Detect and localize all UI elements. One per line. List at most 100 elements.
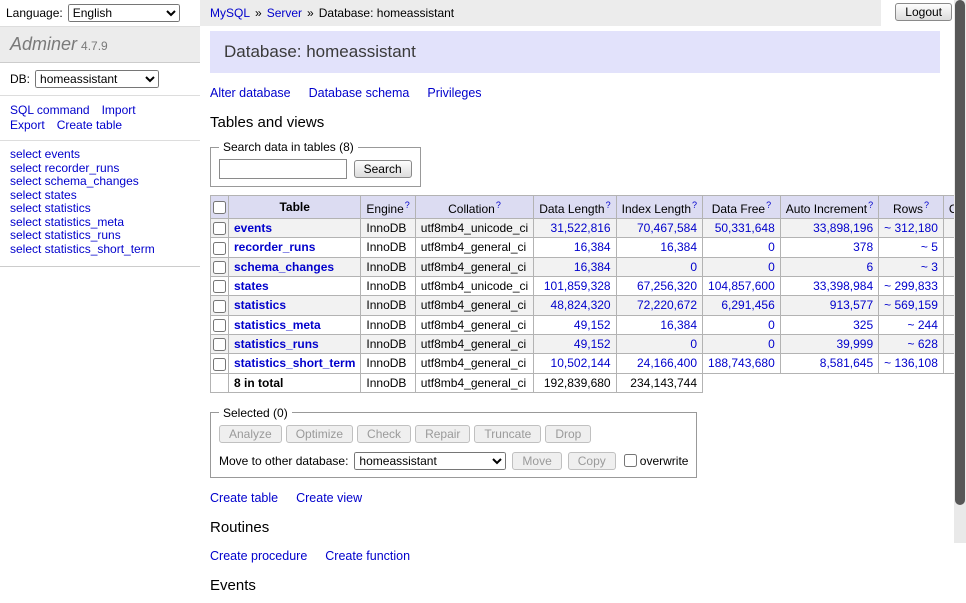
move-button[interactable]: Move [512, 452, 561, 470]
analyze-button[interactable]: Analyze [219, 425, 282, 443]
table-name-link[interactable]: recorder_runs [234, 240, 315, 254]
table-name-link[interactable]: statistics_short_term [234, 356, 355, 370]
sidebar-table-link[interactable]: select schema_changes [10, 175, 190, 189]
sidebar-table-link[interactable]: select statistics [10, 202, 190, 216]
row-checkbox[interactable] [213, 358, 226, 371]
overwrite-checkbox[interactable] [624, 454, 637, 467]
cell-engine: InnoDB [361, 354, 415, 373]
cell-engine: InnoDB [361, 276, 415, 295]
table-row: statistics_short_termInnoDButf8mb4_gener… [211, 354, 966, 373]
language-label: Language: [6, 6, 63, 20]
row-checkbox[interactable] [213, 222, 226, 235]
sidebar-table-link[interactable]: select states [10, 189, 190, 203]
column-help-link[interactable]: ? [606, 200, 611, 210]
rows-count-link[interactable]: ~ 136,108 [884, 356, 938, 370]
column-label: Auto Increment [786, 202, 867, 216]
create-link[interactable]: Create table [210, 491, 278, 505]
optimize-button[interactable]: Optimize [286, 425, 353, 443]
database-action-link[interactable]: Alter database [210, 86, 291, 100]
row-checkbox-cell [211, 354, 229, 373]
move-db-select[interactable]: homeassistant [354, 452, 506, 470]
row-checkbox[interactable] [213, 261, 226, 274]
cell-table-name: recorder_runs [229, 238, 361, 257]
cell-auto-increment: 913,577 [780, 296, 878, 315]
command-link[interactable]: Import [102, 103, 136, 117]
table-name-link[interactable]: events [234, 221, 272, 235]
cell-collation: utf8mb4_general_ci [415, 315, 533, 334]
column-help-link[interactable]: ? [496, 200, 501, 210]
drop-button[interactable]: Drop [545, 425, 591, 443]
column-help-link[interactable]: ? [766, 200, 771, 210]
table-name-link[interactable]: schema_changes [234, 260, 334, 274]
rows-count-link[interactable]: ~ 569,159 [884, 298, 938, 312]
copy-button[interactable]: Copy [568, 452, 616, 470]
cell-table-name: statistics [229, 296, 361, 315]
column-help-link[interactable]: ? [692, 200, 697, 210]
rows-count-link[interactable]: ~ 3 [921, 260, 938, 274]
row-checkbox[interactable] [213, 280, 226, 293]
breadcrumb-link[interactable]: MySQL [210, 6, 250, 20]
vertical-scrollbar[interactable] [954, 0, 966, 543]
sidebar-table-link[interactable]: select statistics_meta [10, 216, 190, 230]
cell-auto-increment: 39,999 [780, 334, 878, 353]
column-help-link[interactable]: ? [405, 200, 410, 210]
rows-count-link[interactable]: ~ 628 [908, 337, 938, 351]
row-checkbox[interactable] [213, 319, 226, 332]
column-help-link[interactable]: ? [868, 200, 873, 210]
cell-auto-increment: 33,398,984 [780, 276, 878, 295]
command-link-row: SQL command Import [10, 103, 190, 118]
row-checkbox[interactable] [213, 338, 226, 351]
column-help-link[interactable]: ? [924, 200, 929, 210]
search-input[interactable] [219, 159, 347, 179]
cell-table-name: schema_changes [229, 257, 361, 276]
database-action-link[interactable]: Database schema [309, 86, 410, 100]
header-checkbox-cell [211, 196, 229, 219]
rows-count-link[interactable]: ~ 299,833 [884, 279, 938, 293]
table-name-link[interactable]: statistics [234, 298, 286, 312]
cell-table-name: statistics_runs [229, 334, 361, 353]
scrollbar-thumb[interactable] [955, 0, 965, 505]
table-row: statisticsInnoDButf8mb4_general_ci48,824… [211, 296, 966, 315]
cell-engine: InnoDB [361, 315, 415, 334]
row-checkbox[interactable] [213, 242, 226, 255]
tables-section-title: Tables and views [210, 114, 940, 131]
search-button[interactable]: Search [354, 160, 412, 178]
total-empty-cell [703, 373, 781, 392]
rows-count-link[interactable]: ~ 312,180 [884, 221, 938, 235]
language-select[interactable]: English [68, 4, 180, 22]
cell-index-length: 24,166,400 [616, 354, 702, 373]
sidebar-table-link[interactable]: select events [10, 148, 190, 162]
routine-link[interactable]: Create procedure [210, 549, 307, 563]
row-checkbox[interactable] [213, 300, 226, 313]
breadcrumb-link[interactable]: Server [267, 6, 302, 20]
table-name-link[interactable]: states [234, 279, 269, 293]
cell-data-length: 49,152 [534, 315, 616, 334]
select-all-checkbox[interactable] [213, 201, 226, 214]
sidebar-table-link[interactable]: select recorder_runs [10, 162, 190, 176]
cell-data-length: 16,384 [534, 257, 616, 276]
column-header-data-length: Data Length? [534, 196, 616, 219]
cell-rows: ~ 3 [879, 257, 944, 276]
cell-rows: ~ 628 [879, 334, 944, 353]
truncate-button[interactable]: Truncate [474, 425, 541, 443]
table-name-link[interactable]: statistics_runs [234, 337, 319, 351]
command-link[interactable]: Export [10, 118, 45, 132]
database-action-link[interactable]: Privileges [427, 86, 481, 100]
rows-count-link[interactable]: ~ 244 [908, 318, 938, 332]
table-name-link[interactable]: statistics_meta [234, 318, 321, 332]
column-label: Rows [893, 202, 923, 216]
header-row: TableEngine?Collation?Data Length?Index … [211, 196, 966, 219]
db-select[interactable]: homeassistant [35, 70, 159, 88]
breadcrumb-current: Database: homeassistant [319, 6, 454, 20]
routine-link[interactable]: Create function [325, 549, 410, 563]
command-link[interactable]: SQL command [10, 103, 90, 117]
repair-button[interactable]: Repair [415, 425, 470, 443]
cell-data-free: 50,331,648 [703, 219, 781, 238]
sidebar-table-link[interactable]: select statistics_short_term [10, 243, 190, 257]
sidebar-table-link[interactable]: select statistics_runs [10, 229, 190, 243]
check-button[interactable]: Check [357, 425, 411, 443]
logout-button[interactable]: Logout [895, 3, 952, 21]
rows-count-link[interactable]: ~ 5 [921, 240, 938, 254]
command-link[interactable]: Create table [57, 118, 122, 132]
create-link[interactable]: Create view [296, 491, 362, 505]
